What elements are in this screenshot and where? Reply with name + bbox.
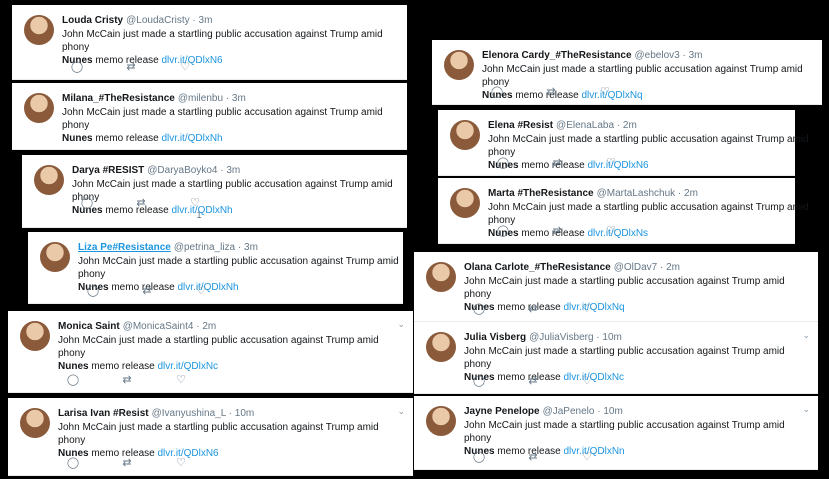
like-icon[interactable]: ♡ [174,373,188,386]
tweet-card[interactable]: Elenora Cardy_#TheResistance @ebelov3 · 3… [432,40,822,105]
tweet-card[interactable]: Monica Saint @MonicaSaint4 · 2m John McCa… [8,311,413,393]
handle[interactable]: @JaPenelo · 10m [543,406,623,417]
retweet-icon[interactable]: ⇄ [124,60,138,73]
avatar[interactable] [24,15,54,45]
like-icon[interactable]: ♡ [194,284,208,297]
handle[interactable]: @ebelov3 · 3m [635,50,703,61]
like-icon[interactable]: ♡ [604,224,618,237]
retweet-icon[interactable]: ⇄ [526,374,540,387]
retweet-icon[interactable]: ⇄ [120,456,134,469]
tweet-card[interactable]: Julia Visberg @JuliaVisberg · 10m John Mc… [414,322,818,394]
like-icon[interactable]: ♡ [580,450,594,463]
chevron-down-icon[interactable]: ⌄ [802,330,810,341]
display-name[interactable]: Louda Cristy [62,15,123,26]
display-name[interactable]: Julia Visberg [464,332,526,343]
retweet-icon[interactable]: ⇄ [134,196,148,221]
avatar[interactable] [40,242,70,272]
tweet-text: John McCain just made a startling public… [58,422,379,459]
handle[interactable]: @JuliaVisberg · 10m [529,332,622,343]
like-icon[interactable]: ♡ [580,374,594,387]
display-name[interactable]: Olana Carlote_#TheResistance [464,262,611,273]
display-name[interactable]: Monica Saint [58,321,120,332]
display-name[interactable]: Milana_#TheResistance [62,93,175,104]
display-name[interactable]: Elena #Resist [488,120,553,131]
avatar[interactable] [34,165,64,195]
avatar[interactable] [20,321,50,351]
chevron-down-icon[interactable]: ⌄ [802,404,810,415]
reply-icon[interactable]: ◯ [472,374,486,387]
tweet-card[interactable]: Marta #TheResistance @MartaLashchuk · 2m … [438,178,809,244]
reply-icon[interactable]: ◯ [86,284,100,297]
reply-icon[interactable]: ◯ [80,196,94,221]
display-name[interactable]: Darya #RESIST [72,165,144,176]
retweet-icon[interactable]: ⇄ [120,373,134,386]
handle[interactable]: @milenbu · 3m [178,93,246,104]
handle[interactable]: @OlDav7 · 2m [614,262,680,273]
retweet-icon[interactable]: ⇄ [544,85,558,98]
like-icon[interactable]: ♡ [580,302,594,315]
handle[interactable]: @MonicaSaint4 · 2m [123,321,217,332]
reply-icon[interactable]: ◯ [66,456,80,469]
display-name[interactable]: Elenora Cardy_#TheResistance [482,50,632,61]
like-icon[interactable]: ♡ [604,156,618,169]
like-count: 1 [196,210,202,220]
display-name[interactable]: Jayne Penelope [464,406,540,417]
handle[interactable]: @DaryaBoyko4 · 3m [147,165,240,176]
tweet-text: John McCain just made a startling public… [58,335,379,372]
avatar[interactable] [20,408,50,438]
avatar[interactable] [426,332,456,362]
tweet-card[interactable]: Liza Pe#Resistance @petrina_liza · 3m Joh… [28,232,403,304]
handle[interactable]: @petrina_liza · 3m [174,242,258,253]
like-icon[interactable]: ♡ [174,456,188,469]
tweet-card[interactable]: Olana Carlote_#TheResistance @OlDav7 · 2m… [414,252,818,322]
display-name[interactable]: Marta #TheResistance [488,188,594,199]
reply-icon[interactable]: ◯ [472,302,486,315]
avatar[interactable] [24,93,54,123]
avatar[interactable] [426,262,456,292]
handle[interactable]: @MartaLashchuk · 2m [597,188,698,199]
handle[interactable]: @ElenaLaba · 2m [556,120,637,131]
retweet-icon[interactable]: ⇄ [550,156,564,169]
tweet-card[interactable]: Milana_#TheResistance @milenbu · 3m John … [12,83,407,150]
handle[interactable]: @LoudaCristy · 3m [126,15,212,26]
retweet-icon[interactable]: ⇄ [550,224,564,237]
avatar[interactable] [426,406,456,436]
tweet-link[interactable]: dlvr.it/QDlxNc [157,361,218,372]
retweet-icon[interactable]: ⇄ [526,302,540,315]
reply-icon[interactable]: ◯ [472,450,486,463]
avatar[interactable] [444,50,474,80]
tweet-card[interactable]: Larisa Ivan #Resist @Ivanyushina_L · 10m … [8,398,413,476]
tweet-card[interactable]: Louda Cristy @LoudaCristy · 3m John McCai… [12,5,407,80]
display-name[interactable]: Liza Pe#Resistance [78,242,171,253]
tweet-text: John McCain just made a startling public… [62,107,383,144]
chevron-down-icon[interactable]: ⌄ [397,319,405,330]
reply-icon[interactable]: ◯ [70,60,84,73]
display-name[interactable]: Larisa Ivan #Resist [58,408,149,419]
retweet-icon[interactable]: ⇄ [140,284,154,297]
reply-icon[interactable]: ◯ [490,85,504,98]
reply-icon[interactable]: ◯ [496,224,510,237]
handle[interactable]: @Ivanyushina_L · 10m [152,408,255,419]
tweet-card[interactable]: Elena #Resist @ElenaLaba · 2m John McCain… [438,110,809,176]
avatar[interactable] [450,120,480,150]
tweet-link[interactable]: dlvr.it/QDlxNh [161,133,222,144]
like-icon[interactable]: ♡1 [188,196,202,221]
chevron-down-icon[interactable]: ⌄ [397,406,405,417]
retweet-icon[interactable]: ⇄ [526,450,540,463]
tweet-card[interactable]: Darya #RESIST @DaryaBoyko4 · 3m John McCa… [22,155,407,228]
tweet-card[interactable]: Jayne Penelope @JaPenelo · 10m John McCai… [414,396,818,470]
reply-icon[interactable]: ◯ [66,373,80,386]
like-icon[interactable]: ♡ [598,85,612,98]
like-icon[interactable]: ♡ [178,60,192,73]
reply-icon[interactable]: ◯ [496,156,510,169]
avatar[interactable] [450,188,480,218]
